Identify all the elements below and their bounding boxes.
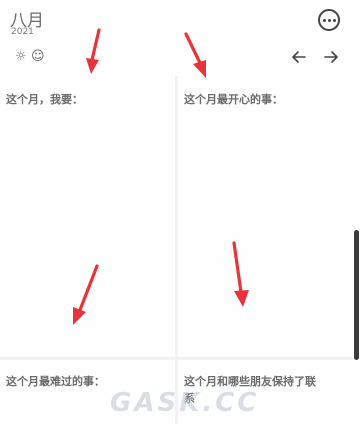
watermark: GASK.CC [110,388,260,418]
goals-cell[interactable]: 这个月，我要： [0,76,175,357]
scrollbar-thumb[interactable] [354,230,359,360]
red-arrow-2 [184,32,202,65]
red-arrow-1 [90,28,101,62]
smiley-icon[interactable]: ☺ [31,50,45,64]
happiest-label: 这个月最开心的事： [184,93,283,106]
arrow-left-icon[interactable] [290,48,308,66]
more-dot [327,18,331,22]
saddest-label: 这个月最难过的事： [6,375,105,388]
friends-label: 这个月和哪些朋友保持了联 [184,375,316,388]
year-label: 2021 [11,27,34,37]
more-options-button[interactable] [318,9,340,31]
red-arrow-head-1 [86,58,99,74]
happiest-cell[interactable]: 这个月最开心的事： [178,76,354,357]
more-dot [332,18,336,22]
month-summary-grid: 这个月，我要： 这个月最开心的事： 这个月最难过的事： 这个月和哪些朋友保持了联… [0,76,354,424]
more-dot [322,18,326,22]
goals-label: 这个月，我要： [6,93,83,106]
arrow-right-icon[interactable] [322,48,340,66]
sun-icon[interactable]: ☼ [15,50,27,64]
